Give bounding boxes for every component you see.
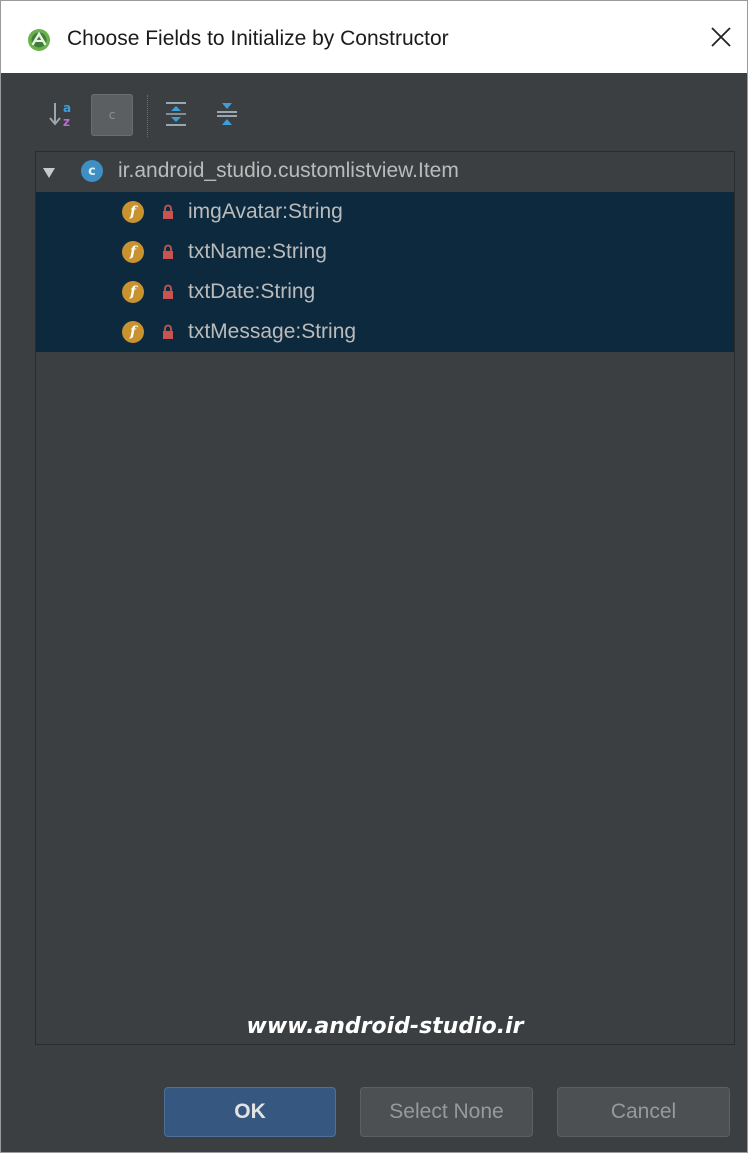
sort-az-icon: a z [49, 101, 71, 129]
field-icon: f [122, 201, 144, 223]
tree-root-class[interactable]: c ir.android_studio.customlistview.Item [36, 152, 734, 192]
expand-all-button[interactable] [156, 94, 196, 134]
ok-button[interactable]: OK [164, 1087, 336, 1137]
field-icon: f [122, 281, 144, 303]
show-classes-toggle[interactable]: c [91, 94, 133, 136]
field-label: imgAvatar:String [188, 200, 343, 223]
dialog-window: Choose Fields to Initialize by Construct… [0, 0, 748, 1153]
svg-text:a: a [63, 101, 71, 115]
field-row-txtmessage[interactable]: f txtMessage:String [36, 312, 734, 352]
field-row-imgavatar[interactable]: f imgAvatar:String [36, 192, 734, 232]
expand-arrow-icon[interactable] [41, 164, 57, 180]
lock-icon [163, 204, 173, 219]
field-icon: f [122, 321, 144, 343]
field-label: txtName:String [188, 240, 327, 263]
toolbar-separator [147, 95, 149, 137]
toolbar: a z c [1, 73, 747, 151]
android-studio-icon [28, 29, 50, 51]
watermark-text: www.android-studio.ir [246, 1014, 524, 1039]
class-icon: c [81, 160, 103, 182]
collapse-all-button[interactable] [207, 94, 247, 134]
lock-icon [163, 324, 173, 339]
class-name-label: ir.android_studio.customlistview.Item [118, 159, 459, 182]
close-button[interactable] [699, 15, 743, 59]
field-label: txtDate:String [188, 280, 316, 303]
lock-icon [163, 244, 173, 259]
lock-icon [163, 284, 173, 299]
dialog-title: Choose Fields to Initialize by Construct… [67, 27, 449, 50]
field-row-txtname[interactable]: f txtName:String [36, 232, 734, 272]
cancel-button[interactable]: Cancel [557, 1087, 730, 1137]
close-icon [711, 27, 731, 47]
collapse-all-icon [217, 103, 237, 125]
field-icon: f [122, 241, 144, 263]
field-row-txtdate[interactable]: f txtDate:String [36, 272, 734, 312]
sort-alphabetically-button[interactable]: a z [43, 94, 83, 134]
field-label: txtMessage:String [188, 320, 357, 343]
title-bar: Choose Fields to Initialize by Construct… [1, 1, 747, 73]
svg-text:z: z [63, 115, 70, 129]
fields-tree[interactable]: c ir.android_studio.customlistview.Item … [35, 151, 735, 1045]
class-c-icon: c [108, 108, 116, 122]
select-none-button[interactable]: Select None [360, 1087, 533, 1137]
expand-all-icon [166, 102, 186, 126]
